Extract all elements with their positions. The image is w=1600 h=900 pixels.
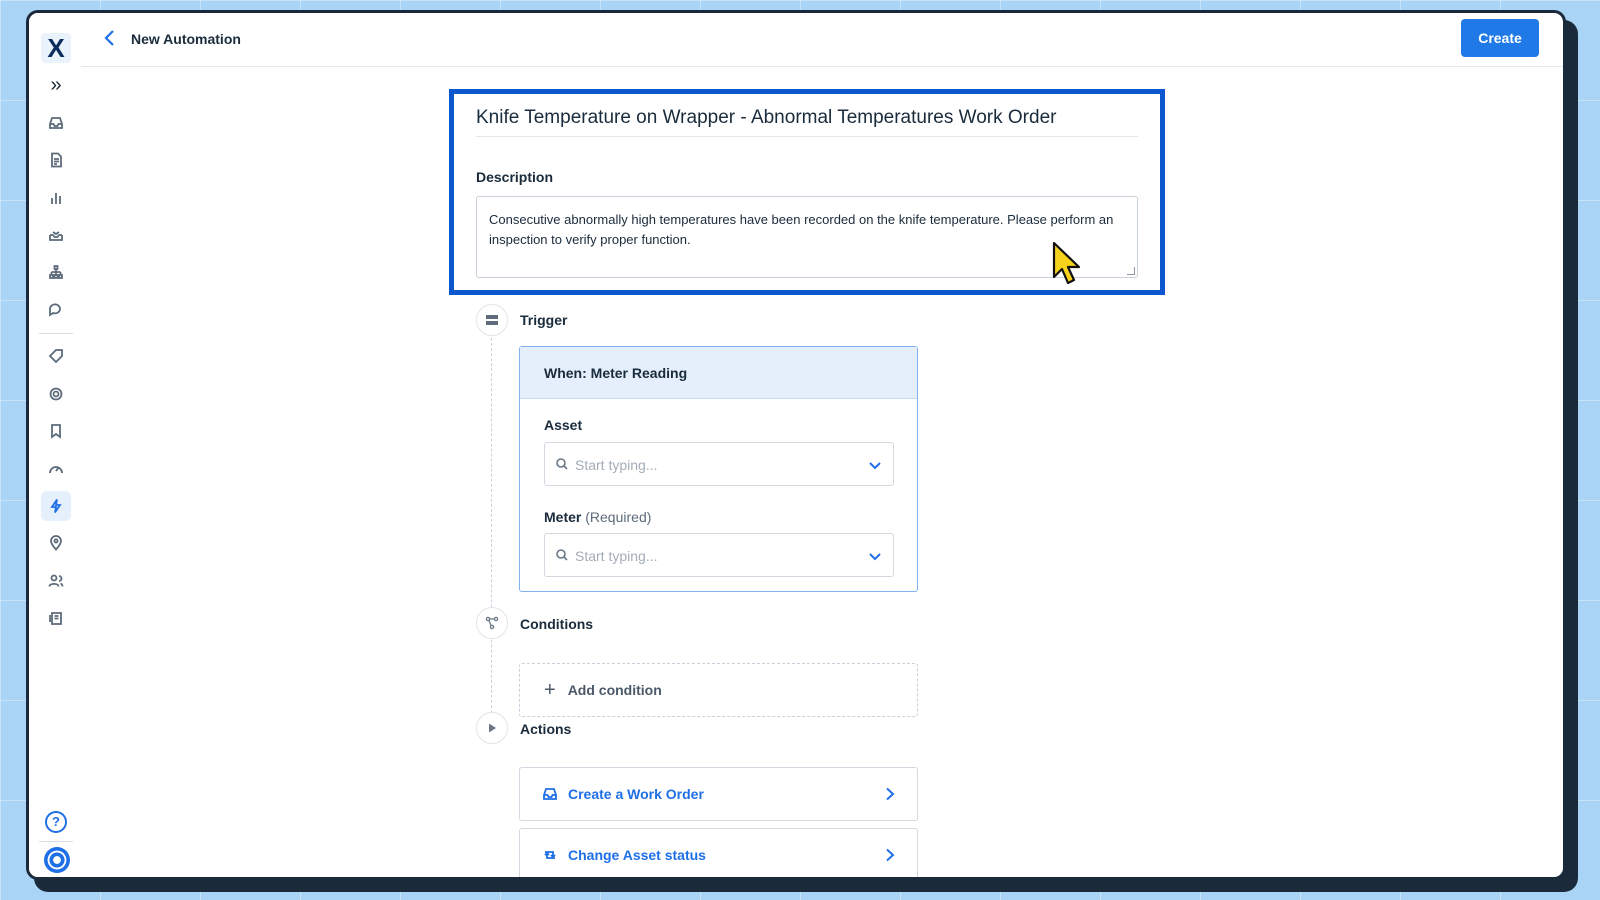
page-title: New Automation bbox=[131, 31, 241, 47]
chevron-left-icon bbox=[104, 30, 114, 46]
action-change-asset-status[interactable]: Change Asset status bbox=[519, 828, 918, 877]
resize-handle[interactable] bbox=[1127, 267, 1135, 275]
gear-icon bbox=[49, 387, 63, 401]
trigger-icon bbox=[486, 315, 498, 325]
trigger-step-icon bbox=[476, 304, 508, 336]
app-window: X » ? New Automation Create Knife Temper… bbox=[26, 10, 1566, 880]
sidebar-item-tags[interactable] bbox=[41, 341, 71, 371]
meter-label-text: Meter bbox=[544, 509, 582, 525]
help-icon[interactable]: ? bbox=[45, 811, 67, 833]
sidebar-item-settings[interactable] bbox=[41, 379, 71, 409]
plus-icon: + bbox=[544, 678, 556, 701]
tag-icon bbox=[48, 349, 63, 364]
meter-placeholder: Start typing... bbox=[575, 548, 658, 564]
sidebar-item-bookmarks[interactable] bbox=[41, 416, 71, 446]
search-icon bbox=[556, 549, 568, 561]
description-textarea[interactable]: Consecutive abnormally high temperatures… bbox=[476, 196, 1138, 278]
inbox-icon bbox=[543, 788, 557, 800]
description-label: Description bbox=[476, 169, 554, 185]
chat-icon bbox=[49, 303, 61, 317]
expand-sidebar-icon[interactable]: » bbox=[41, 73, 71, 97]
sidebar-item-documents[interactable] bbox=[41, 145, 71, 175]
action-create-work-order[interactable]: Create a Work Order bbox=[519, 767, 918, 821]
play-icon bbox=[489, 723, 496, 733]
mouse-cursor-icon bbox=[1052, 241, 1081, 285]
add-condition-button[interactable]: + Add condition bbox=[519, 663, 918, 717]
meter-label: Meter (Required) bbox=[544, 509, 651, 525]
sidebar-item-teams[interactable] bbox=[41, 566, 71, 596]
meter-select[interactable]: Start typing... bbox=[544, 533, 894, 577]
refresh-icon bbox=[544, 851, 556, 859]
lightning-icon bbox=[50, 499, 62, 513]
chevron-right-icon bbox=[886, 787, 895, 801]
trigger-card: When: Meter Reading Asset Start typing..… bbox=[519, 346, 918, 592]
bookmark-icon bbox=[51, 424, 61, 439]
sidebar-item-automations[interactable] bbox=[41, 491, 71, 521]
chevron-down-icon[interactable] bbox=[867, 548, 883, 564]
tray-icon bbox=[49, 231, 63, 241]
sidebar-item-inbox[interactable] bbox=[41, 108, 71, 138]
asset-label: Asset bbox=[544, 417, 583, 433]
conditions-heading: Conditions bbox=[520, 616, 594, 632]
automation-title-input[interactable]: Knife Temperature on Wrapper - Abnormal … bbox=[476, 107, 1138, 137]
location-pin-icon bbox=[50, 535, 62, 551]
asset-select[interactable]: Start typing... bbox=[544, 442, 894, 486]
sidebar-item-hierarchy[interactable] bbox=[41, 257, 71, 287]
sidebar: X » ? bbox=[29, 13, 81, 877]
action-label: Create a Work Order bbox=[568, 786, 704, 802]
meter-required-text: (Required) bbox=[585, 509, 652, 525]
back-button[interactable] bbox=[103, 29, 121, 49]
chevron-down-icon[interactable] bbox=[867, 457, 883, 473]
search-icon bbox=[556, 458, 568, 470]
chevron-right-icon bbox=[886, 848, 895, 862]
branch-icon bbox=[485, 616, 499, 630]
hierarchy-icon bbox=[49, 265, 63, 279]
description-text: Consecutive abnormally high temperatures… bbox=[489, 212, 1114, 247]
create-button[interactable]: Create bbox=[1461, 19, 1539, 57]
trigger-type[interactable]: When: Meter Reading bbox=[520, 347, 917, 399]
add-condition-label: Add condition bbox=[567, 682, 662, 698]
catalog-icon bbox=[49, 612, 62, 625]
sidebar-item-locations[interactable] bbox=[41, 528, 71, 558]
sidebar-divider bbox=[39, 841, 73, 842]
top-bar: New Automation Create bbox=[81, 13, 1563, 67]
sidebar-item-catalog[interactable] bbox=[41, 603, 71, 633]
sidebar-item-messages[interactable] bbox=[41, 295, 71, 325]
timeline-connector bbox=[491, 333, 492, 713]
actions-heading: Actions bbox=[520, 721, 572, 737]
sidebar-item-meters[interactable] bbox=[41, 454, 71, 484]
app-logo[interactable]: X bbox=[41, 33, 71, 63]
sidebar-item-reports[interactable] bbox=[41, 183, 71, 213]
users-icon bbox=[48, 574, 64, 587]
conditions-step-icon bbox=[476, 607, 508, 639]
document-icon bbox=[51, 152, 62, 168]
gauge-icon bbox=[49, 466, 63, 474]
inbox-icon bbox=[49, 117, 63, 129]
actions-step-icon bbox=[476, 712, 508, 744]
avatar[interactable] bbox=[44, 847, 70, 873]
sidebar-item-requests[interactable] bbox=[41, 220, 71, 250]
bar-chart-icon bbox=[51, 193, 61, 204]
sidebar-divider bbox=[39, 333, 73, 334]
asset-placeholder: Start typing... bbox=[575, 457, 658, 473]
action-label: Change Asset status bbox=[568, 847, 706, 863]
trigger-heading: Trigger bbox=[520, 312, 568, 328]
